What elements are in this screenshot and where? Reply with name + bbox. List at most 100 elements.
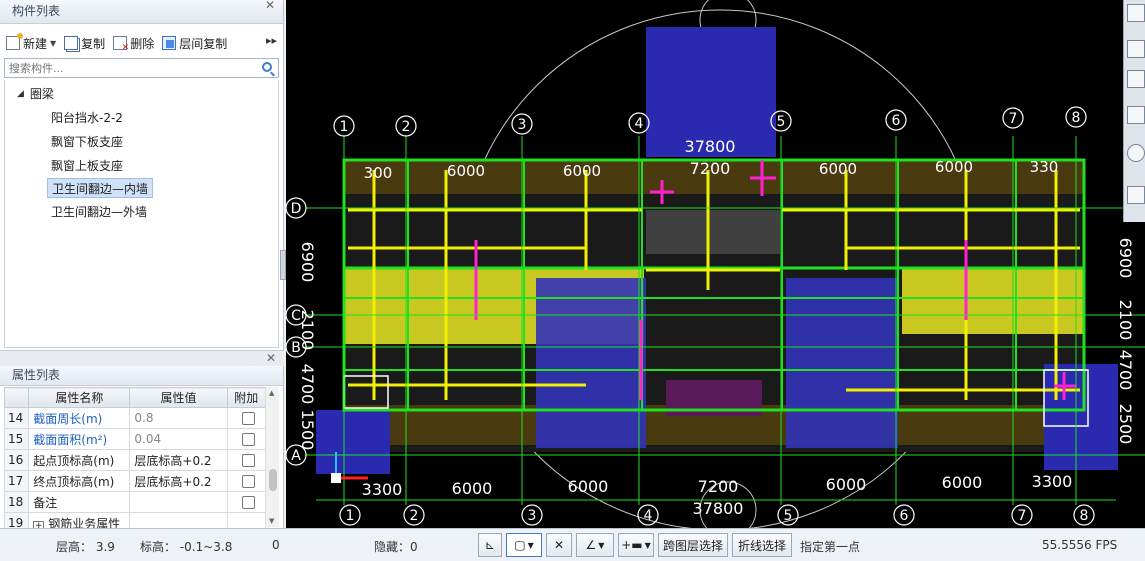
tree-item[interactable]: 飘窗下板支座 xyxy=(47,132,127,152)
dimension-text: 6000 xyxy=(942,473,983,492)
dimension-text: 2100 xyxy=(1116,300,1135,341)
view-top-button[interactable] xyxy=(1127,106,1145,124)
floor-plan-canvas[interactable]: 1 2 3 4 5 6 7 8 1 2 3 4 5 6 7 8 D C B A … xyxy=(286,0,1145,528)
attach-checkbox[interactable] xyxy=(241,496,255,509)
property-name: 终点顶标高(m) xyxy=(28,470,131,492)
grid-label: 1 xyxy=(340,119,349,135)
property-row[interactable]: 14 截面周长(m) 0.8 xyxy=(3,407,267,429)
new-icon xyxy=(6,33,23,50)
delete-button[interactable]: 删除 xyxy=(113,33,154,53)
tree-item[interactable]: 飘窗上板支座 xyxy=(47,156,127,176)
property-value[interactable]: 层底标高+0.2 xyxy=(129,449,228,471)
ortho-toggle-button[interactable]: ⊾ xyxy=(478,533,502,557)
chevron-down-icon[interactable]: ▼ xyxy=(50,39,56,48)
dimension-input-button[interactable]: +▬ ▼ xyxy=(618,533,654,557)
view-3d-button[interactable] xyxy=(1127,70,1145,88)
ortho-icon: ⊾ xyxy=(484,538,496,552)
snap-mode-button[interactable]: ▢ ▼ xyxy=(506,533,542,557)
delete-label: 删除 xyxy=(130,36,155,51)
attach-checkbox[interactable] xyxy=(241,454,255,467)
tree-item[interactable]: 阳台挡水-2-2 xyxy=(47,108,127,128)
close-icon[interactable]: ✕ xyxy=(265,0,275,16)
balcony-west xyxy=(316,410,390,474)
tree-root-node[interactable]: ◢ 圈梁 xyxy=(17,84,54,104)
right-dimensions: 6900 2100 4700 2500 xyxy=(1116,238,1135,445)
polyline-select-button[interactable]: 折线选择 xyxy=(732,533,792,557)
scrollbar-thumb[interactable] xyxy=(269,469,277,491)
property-row[interactable]: 17 终点顶标高(m) 层底标高+0.2 xyxy=(3,470,267,492)
grid-label: 2 xyxy=(410,508,419,524)
axis-label: D xyxy=(291,201,302,217)
dimension-text: 4700 xyxy=(1116,350,1135,391)
dimension-text: 300 xyxy=(364,164,393,182)
dimension-text: 3300 xyxy=(1032,472,1073,491)
panel-splitter[interactable]: ✕ xyxy=(0,350,284,366)
dimension-text: 6000 xyxy=(935,158,973,176)
grid-label: 2 xyxy=(402,119,411,135)
dimension-text: 2100 xyxy=(298,310,317,351)
status-bar: 层高： 3.9 标高： -0.1~3.8 0 隐藏：0 ⊾ ▢ ▼ ✕ ∠ ▼ +▬… xyxy=(0,528,1145,561)
row-num: 18 xyxy=(3,491,30,513)
property-row[interactable]: 16 起点顶标高(m) 层底标高+0.2 xyxy=(3,449,267,471)
cross-snap-button[interactable]: ✕ xyxy=(546,533,572,557)
cross-floor-select-button[interactable]: 跨图层选择 xyxy=(658,533,728,557)
property-value[interactable] xyxy=(129,491,228,513)
view-settings-button[interactable] xyxy=(1127,186,1145,204)
tree-item[interactable]: 卫生间翻边—外墙 xyxy=(47,202,151,222)
new-label: 新建 xyxy=(23,36,48,51)
property-list-title: 属性列表 xyxy=(0,366,283,386)
property-row[interactable]: 15 截面面积(m²) 0.04 xyxy=(3,428,267,450)
tree-item-selected[interactable]: 卫生间翻边—内墙 xyxy=(47,178,154,198)
grid-label: 3 xyxy=(518,117,527,133)
stair-west xyxy=(536,278,646,448)
view-cube-button[interactable] xyxy=(1127,4,1145,22)
angle-snap-button[interactable]: ∠ ▼ xyxy=(576,533,614,557)
bottom-total-dimension: 37800 xyxy=(693,499,744,518)
collapse-triangle-icon[interactable]: ◢ xyxy=(17,84,24,104)
attach-checkbox[interactable] xyxy=(241,475,255,488)
grid-label: 7 xyxy=(1018,508,1027,524)
angle-icon: ∠ xyxy=(585,538,597,552)
elevation-text: 标高： -0.1~3.8 xyxy=(140,540,233,554)
copy-button[interactable]: 复制 xyxy=(64,33,105,53)
dimension-text: 3300 xyxy=(362,480,403,499)
floor-copy-icon xyxy=(162,36,177,50)
property-value[interactable]: 层底标高+0.2 xyxy=(129,470,228,492)
property-row[interactable]: 18 备注 xyxy=(3,491,267,513)
scroll-up-icon[interactable]: ▲ xyxy=(269,389,274,397)
row-num: 17 xyxy=(3,470,30,492)
attach-checkbox[interactable] xyxy=(241,433,255,446)
orbit-button[interactable] xyxy=(1127,144,1145,162)
view-2d-button[interactable] xyxy=(1127,40,1145,58)
close-icon[interactable]: ✕ xyxy=(266,351,276,365)
dimension-text: 4700 xyxy=(298,364,317,405)
row-num: 15 xyxy=(3,428,30,450)
grid-label: 1 xyxy=(346,508,355,524)
property-name: 备注 xyxy=(28,491,131,513)
search-input[interactable] xyxy=(5,59,245,77)
header-value: 属性值 xyxy=(129,387,228,408)
new-button[interactable]: 新建 ▼ xyxy=(6,33,56,53)
property-value[interactable]: 0.04 xyxy=(129,428,228,450)
floor-copy-button[interactable]: 层间复制 xyxy=(162,33,227,53)
attach-checkbox[interactable] xyxy=(241,412,255,425)
axis-label: A xyxy=(291,448,301,464)
scroll-down-icon[interactable]: ▼ xyxy=(269,517,274,525)
property-value[interactable]: 0.8 xyxy=(129,407,228,429)
floor-height-text: 层高： 3.9 xyxy=(56,540,115,554)
component-search xyxy=(4,58,279,78)
header-num xyxy=(3,387,30,408)
chevron-down-icon: ▼ xyxy=(527,540,534,550)
copy-label: 复制 xyxy=(81,36,106,51)
property-scrollbar[interactable]: ▲ ▼ xyxy=(265,387,279,527)
dimension-text: 6000 xyxy=(568,477,609,496)
dimension-text: 6900 xyxy=(1116,238,1135,279)
origin-marker xyxy=(331,473,341,483)
search-icon[interactable] xyxy=(262,62,272,72)
snap-box-icon: ▢ xyxy=(514,538,526,552)
stair-east xyxy=(786,278,898,448)
grid-label: 7 xyxy=(1009,111,1018,127)
chevron-down-icon: ▼ xyxy=(598,540,605,550)
drawing-viewport[interactable]: 1 2 3 4 5 6 7 8 1 2 3 4 5 6 7 8 D C B A … xyxy=(286,0,1145,528)
toolbar-more-button[interactable]: ▸▸ xyxy=(266,34,277,47)
